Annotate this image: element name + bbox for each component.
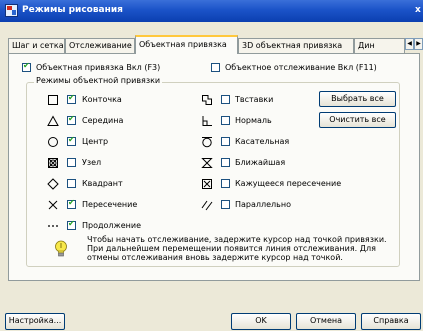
insertion-label[interactable]: Твставки <box>235 95 273 104</box>
nearest-icon <box>201 157 213 169</box>
clear-all-button[interactable]: Очистить все <box>319 112 396 128</box>
osnap-on-label[interactable]: Объектная привязка Вкл (F3) <box>36 63 160 72</box>
apparent-intersection-label[interactable]: Кажущееся пересечение <box>235 179 341 188</box>
tangent-icon <box>201 136 213 148</box>
osnap-on-checkbox[interactable] <box>22 61 31 72</box>
perpendicular-label[interactable]: Нормаль <box>235 116 272 125</box>
insertion-icon <box>201 94 213 106</box>
drafting-settings-dialog: Режимы рисования x Шаг и сетка Отслежива… <box>0 0 423 331</box>
app-icon <box>5 4 18 17</box>
ok-button[interactable]: OK <box>231 313 291 330</box>
diamond-icon <box>47 178 59 190</box>
tab-3d-object-snap[interactable]: 3D объектная привязка <box>238 38 354 53</box>
extension-label[interactable]: Продолжение <box>82 221 141 230</box>
settings-button[interactable]: Настройка... <box>5 313 65 330</box>
extension-icon <box>47 220 59 232</box>
tab-dynamic-input[interactable]: Дин <box>354 38 405 53</box>
apparent-intersection-icon <box>201 178 213 190</box>
cancel-button[interactable]: Отмена <box>296 313 356 330</box>
tab-tracking[interactable]: Отслеживание <box>65 38 135 53</box>
parallel-checkbox[interactable] <box>221 200 230 209</box>
tab-bar: Шаг и сетка Отслеживание Объектная привя… <box>8 35 420 54</box>
parallel-icon <box>201 199 213 211</box>
triangle-icon <box>47 115 59 127</box>
insertion-checkbox[interactable] <box>221 95 230 104</box>
tab-object-snap[interactable]: Объектная привязка <box>135 35 238 54</box>
node-label[interactable]: Узел <box>82 158 101 167</box>
snap-modes-legend: Режимы объектной привязки <box>34 76 163 85</box>
tangent-label[interactable]: Касательная <box>235 137 289 146</box>
node-checkbox[interactable] <box>67 158 76 167</box>
lightbulb-icon <box>54 240 68 258</box>
tab-scroll-buttons: ◀ ▶ <box>405 38 423 50</box>
quadrant-label[interactable]: Квадрант <box>82 179 123 188</box>
tab-snap-grid[interactable]: Шаг и сетка <box>8 38 65 53</box>
center-checkbox[interactable] <box>67 135 76 146</box>
endpoint-checkbox[interactable] <box>67 93 76 104</box>
midpoint-label[interactable]: Середина <box>82 116 123 125</box>
perpendicular-checkbox[interactable] <box>221 116 230 125</box>
nearest-checkbox[interactable] <box>221 158 230 167</box>
midpoint-checkbox[interactable] <box>67 114 76 125</box>
window-title: Режимы рисования <box>22 5 123 15</box>
node-icon <box>47 157 59 169</box>
endpoint-label[interactable]: Конточка <box>82 95 122 104</box>
parallel-label[interactable]: Параллельно <box>235 200 291 209</box>
quadrant-checkbox[interactable] <box>67 179 76 188</box>
x-mark-icon <box>47 199 59 211</box>
perpendicular-icon <box>201 115 213 127</box>
apparent-intersection-checkbox[interactable] <box>221 179 230 188</box>
tracking-hint: Чтобы начать отслеживание, задержите кур… <box>87 235 397 262</box>
nearest-label[interactable]: Ближайшая <box>235 158 285 167</box>
help-button[interactable]: Справка <box>361 313 421 330</box>
select-all-button[interactable]: Выбрать все <box>319 91 396 107</box>
otrack-on-checkbox[interactable] <box>211 63 220 72</box>
title-bar[interactable]: Режимы рисования x <box>0 0 423 22</box>
close-button[interactable]: x <box>415 5 423 17</box>
tangent-checkbox[interactable] <box>221 137 230 146</box>
intersection-label[interactable]: Пересечение <box>82 200 137 209</box>
tab-scroll-right-button[interactable]: ▶ <box>414 38 423 50</box>
extension-checkbox[interactable] <box>67 219 76 230</box>
center-label[interactable]: Центр <box>82 137 108 146</box>
circle-icon <box>47 136 59 148</box>
tab-scroll-left-button[interactable]: ◀ <box>405 38 414 50</box>
hint-line: Чтобы начать отслеживание, задержите кур… <box>87 235 387 244</box>
intersection-checkbox[interactable] <box>67 198 76 209</box>
otrack-on-label[interactable]: Объектное отслеживание Вкл (F11) <box>225 63 377 72</box>
square-icon <box>47 94 59 106</box>
hint-line: отмены отслеживания вновь задержите курс… <box>87 253 343 262</box>
hint-line: При дальнейшем перемещении появится лини… <box>87 244 376 253</box>
